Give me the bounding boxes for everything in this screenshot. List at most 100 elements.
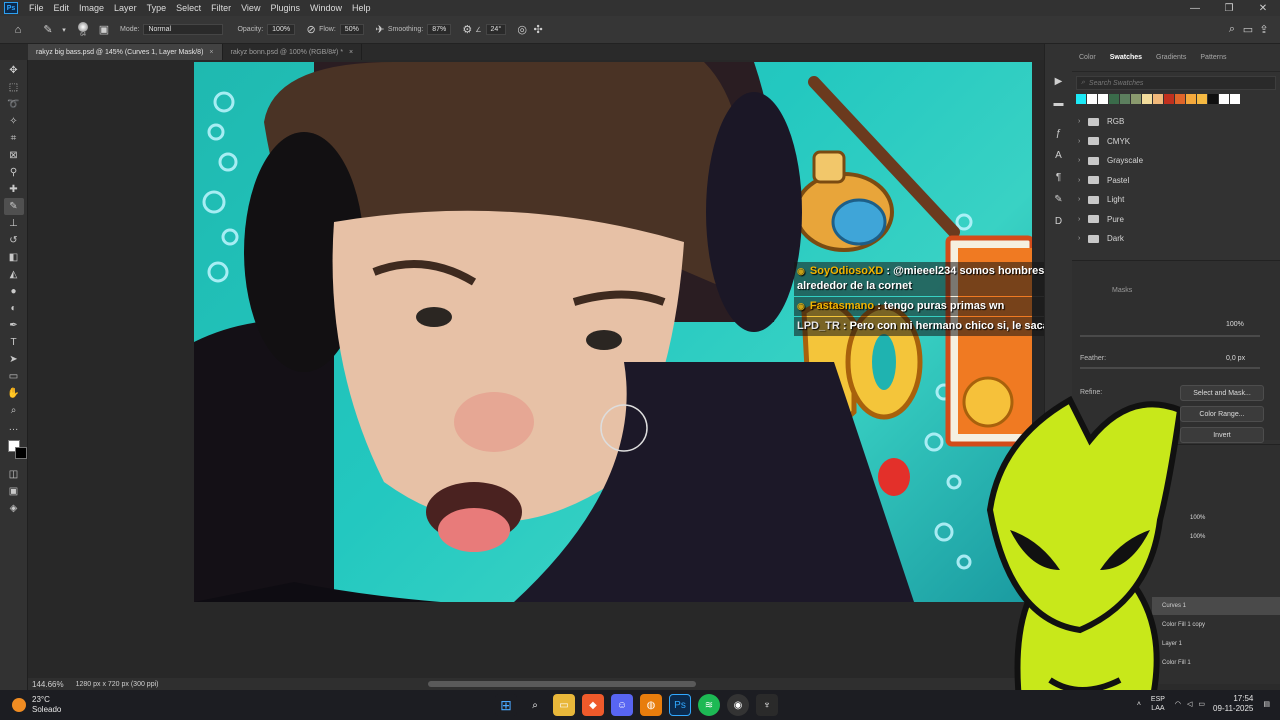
crop-tool-icon[interactable]: ⌗	[4, 130, 24, 147]
layer-fill-value[interactable]: 100%	[1190, 534, 1205, 540]
density-slider[interactable]	[1080, 335, 1260, 337]
close-button[interactable]: ✕	[1246, 3, 1280, 14]
close-icon[interactable]: ×	[349, 49, 353, 56]
notification-icon[interactable]: ▤	[1263, 700, 1270, 708]
swatch-folder[interactable]: › Light	[1072, 190, 1280, 210]
opacity-input[interactable]: 100%	[267, 24, 296, 35]
document-workspace[interactable]	[28, 60, 1044, 678]
select-and-mask-button[interactable]: Select and Mask...	[1180, 385, 1264, 401]
play-icon[interactable]: ▶	[1049, 72, 1069, 90]
color-swatch[interactable]	[1098, 94, 1108, 104]
airbrush-icon[interactable]: ✈	[372, 22, 388, 38]
pressure-size-icon[interactable]: ◎	[514, 22, 530, 38]
screen-mode-icon[interactable]: ▣	[4, 483, 24, 500]
swatch-search-input[interactable]: ⌕ Search Swatches	[1076, 76, 1276, 90]
volume-icon[interactable]: ◁	[1187, 700, 1192, 708]
paint-bucket-icon[interactable]: ◭	[4, 266, 24, 283]
obs-icon[interactable]: ◉	[727, 694, 749, 716]
background-color-swatch[interactable]	[14, 447, 27, 459]
swatch-folder[interactable]: › Pastel	[1072, 171, 1280, 191]
workspace-icon[interactable]: ▭	[1240, 22, 1256, 38]
swatch-folder[interactable]: › Grayscale	[1072, 151, 1280, 171]
restore-button[interactable]: ❐	[1212, 3, 1246, 14]
search-icon[interactable]: ⌕	[524, 694, 546, 716]
mode-select[interactable]: Normal	[143, 24, 224, 35]
more-tools-icon[interactable]: …	[4, 419, 24, 436]
color-swatch[interactable]	[1208, 94, 1218, 104]
tab-patterns[interactable]: Patterns	[1193, 54, 1233, 61]
type-tool-icon[interactable]: T	[4, 334, 24, 351]
file-explorer-icon[interactable]: ▭	[553, 694, 575, 716]
discord-icon[interactable]: ☺	[611, 694, 633, 716]
menu-plugins[interactable]: Plugins	[265, 3, 305, 13]
foreground-color-swatch[interactable]	[7, 440, 27, 459]
comment-icon[interactable]: ▬	[1049, 94, 1069, 112]
marquee-tool-icon[interactable]: ⬚	[4, 79, 24, 96]
fx-icon[interactable]: ƒ	[1049, 124, 1069, 142]
swatch-folder[interactable]: › CMYK	[1072, 132, 1280, 152]
brush-preset-picker[interactable]: 64	[78, 21, 88, 38]
dodge-tool-icon[interactable]: ◐	[4, 300, 24, 317]
smoothing-settings-icon[interactable]: ⚙	[459, 22, 475, 38]
hand-tool-icon[interactable]: ✋	[4, 385, 24, 402]
menu-select[interactable]: Select	[171, 3, 206, 13]
color-swatch[interactable]	[1120, 94, 1130, 104]
search-icon[interactable]: ⌕	[1224, 22, 1240, 38]
blender-icon[interactable]: ◍	[640, 694, 662, 716]
swatch-folder[interactable]: › RGB	[1072, 112, 1280, 132]
app-icon[interactable]: ♆	[756, 694, 778, 716]
symmetry-icon[interactable]: ✣	[530, 22, 546, 38]
clock[interactable]: 17:54 09-11-2025	[1213, 694, 1253, 714]
tab-gradients[interactable]: Gradients	[1149, 54, 1193, 61]
lasso-tool-icon[interactable]: ➰	[4, 96, 24, 113]
tab-rakyz-big-bass[interactable]: rakyz big bass.psd @ 145% (Curves 1, Lay…	[28, 44, 223, 60]
blur-tool-icon[interactable]: ●	[4, 283, 24, 300]
color-swatch[interactable]	[1175, 94, 1185, 104]
color-swatch[interactable]	[1164, 94, 1174, 104]
chevron-down-icon[interactable]: ▾	[56, 22, 72, 38]
flow-input[interactable]: 50%	[339, 24, 364, 35]
swatch-folder[interactable]: › Dark	[1072, 229, 1280, 249]
feather-value[interactable]: 0,0 px	[1226, 355, 1245, 362]
color-swatch[interactable]	[1131, 94, 1141, 104]
horizontal-scrollbar[interactable]	[428, 681, 696, 687]
brave-browser-icon[interactable]: ◆	[582, 694, 604, 716]
eraser-icon[interactable]: ◧	[4, 249, 24, 266]
menu-view[interactable]: View	[236, 3, 265, 13]
menu-layer[interactable]: Layer	[109, 3, 142, 13]
menu-edit[interactable]: Edit	[49, 3, 75, 13]
weather-widget[interactable]: 23°C Soleado	[0, 695, 200, 715]
invert-button[interactable]: Invert	[1180, 427, 1264, 443]
character-icon[interactable]: A	[1049, 146, 1069, 164]
healing-brush-icon[interactable]: ✚	[4, 181, 24, 198]
quick-mask-icon[interactable]: ◫	[4, 466, 24, 483]
brush-tool-icon[interactable]: ✎	[3, 198, 24, 215]
windows-start-icon[interactable]: ⊞	[495, 694, 517, 716]
move-tool-icon[interactable]: ✥	[4, 62, 24, 79]
spotify-icon[interactable]: ≋	[698, 694, 720, 716]
chevron-up-icon[interactable]: ˄	[1137, 701, 1141, 708]
tab-color[interactable]: Color	[1072, 54, 1103, 61]
paragraph-icon[interactable]: ¶	[1049, 168, 1069, 186]
pen-tool-icon[interactable]: ✒	[4, 317, 24, 334]
angle-input[interactable]: 24°	[485, 24, 507, 35]
smoothing-input[interactable]: 87%	[427, 24, 452, 35]
minimize-button[interactable]: —	[1178, 3, 1212, 14]
color-swatch[interactable]	[1186, 94, 1196, 104]
menu-type[interactable]: Type	[142, 3, 172, 13]
history-brush-icon[interactable]: ↺	[4, 232, 24, 249]
brush-settings-icon[interactable]: ▣	[96, 22, 112, 38]
home-icon[interactable]: ⌂	[10, 22, 26, 38]
tab-swatches[interactable]: Swatches	[1103, 54, 1149, 61]
color-swatch[interactable]	[1142, 94, 1152, 104]
language-indicator[interactable]: ESP LAA	[1151, 695, 1165, 713]
photoshop-icon[interactable]: Ps	[669, 694, 691, 716]
stamp-tool-icon[interactable]: ⊥	[4, 215, 24, 232]
color-swatch[interactable]	[1197, 94, 1207, 104]
pressure-opacity-icon[interactable]: ⊘	[303, 22, 319, 38]
close-icon[interactable]: ×	[209, 49, 213, 56]
zoom-tool-icon[interactable]: ⌕	[4, 402, 24, 419]
layer-opacity-value[interactable]: 100%	[1190, 515, 1205, 521]
color-swatch[interactable]	[1087, 94, 1097, 104]
color-swatch[interactable]	[1153, 94, 1163, 104]
